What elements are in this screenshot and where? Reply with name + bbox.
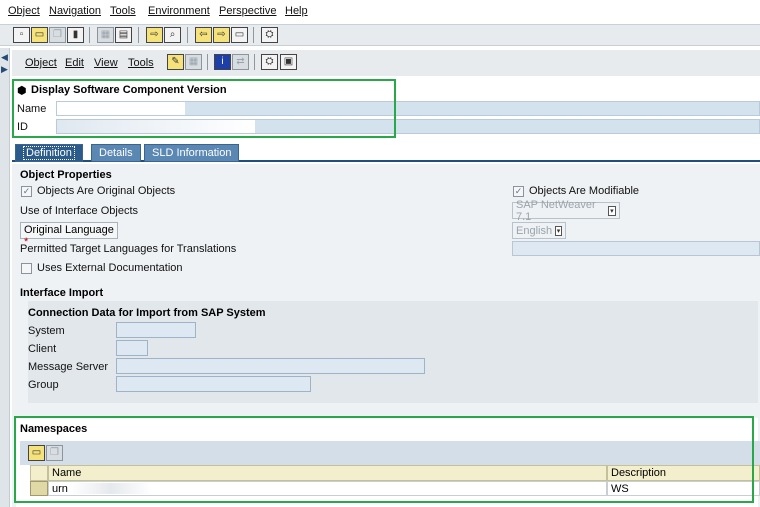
- use-interface-value: SAP NetWeaver 7.1: [516, 198, 596, 223]
- tab-sld-information-label: SLD Information: [152, 147, 232, 159]
- id-field-highlight: [57, 120, 255, 133]
- toolbar-separator: [138, 27, 139, 43]
- left-splitter[interactable]: [0, 48, 10, 507]
- hierarchy-icon[interactable]: ⇄: [232, 54, 249, 70]
- original-language-value: English: [516, 224, 553, 237]
- id-label: ID: [17, 121, 28, 133]
- modifiable-label: Objects Are Modifiable: [529, 185, 640, 197]
- namespaces-title: Namespaces: [20, 423, 88, 435]
- toolbar-separator: [207, 54, 208, 70]
- copy-row-icon[interactable]: ❐: [46, 445, 63, 461]
- forward-arrow-icon[interactable]: ⇨: [213, 27, 230, 43]
- toolbar-separator: [254, 54, 255, 70]
- menu-environment[interactable]: Environment: [148, 5, 210, 17]
- name-field[interactable]: [57, 102, 185, 115]
- modifiable-checkbox[interactable]: ✓: [513, 186, 524, 197]
- collapse-arrow-icon[interactable]: ◀: [1, 52, 8, 63]
- tab-definition[interactable]: Definition: [15, 144, 83, 162]
- edit-pencil-icon[interactable]: ✎: [167, 54, 184, 70]
- menu-tools[interactable]: Tools: [110, 5, 136, 17]
- editor-menu-tools[interactable]: Tools: [128, 57, 154, 69]
- system-field[interactable]: [116, 322, 196, 338]
- menu-environment-label: Environment: [148, 5, 210, 17]
- client-label: Client: [28, 343, 57, 355]
- tab-sld-information[interactable]: SLD Information: [144, 144, 240, 162]
- editor-menu-view[interactable]: View: [94, 57, 118, 69]
- editor-menu-edit-label: Edit: [65, 57, 84, 69]
- component-icon: ⬢: [17, 85, 27, 97]
- toolbar-separator: [187, 27, 188, 43]
- original-language-label-box: Original Language *: [20, 222, 118, 248]
- window-icon[interactable]: ▭: [231, 27, 248, 43]
- client-field[interactable]: [116, 340, 148, 356]
- column-header-description[interactable]: Description: [607, 465, 760, 481]
- menu-tools-label: Tools: [110, 5, 136, 17]
- name-label: Name: [17, 103, 47, 115]
- group-label: Group: [28, 379, 59, 391]
- tab-details-label: Details: [99, 147, 133, 159]
- screen-icon[interactable]: ▣: [280, 54, 297, 70]
- message-server-field[interactable]: [116, 358, 425, 374]
- back-arrow-icon[interactable]: ⇦: [195, 27, 212, 43]
- table-row-description[interactable]: WS: [607, 481, 760, 496]
- dropdown-icon[interactable]: ▾: [555, 225, 562, 236]
- original-objects-label: Objects Are Original Objects: [37, 185, 176, 197]
- editor-toolbar: [12, 50, 760, 76]
- editor-menu-object[interactable]: Object: [25, 57, 57, 69]
- original-objects-checkbox[interactable]: ✓: [21, 186, 32, 197]
- use-interface-label: Use of Interface Objects: [20, 205, 138, 217]
- activate-icon[interactable]: ▤: [115, 27, 132, 43]
- column-header-name[interactable]: Name: [48, 465, 607, 481]
- external-doc-checkbox[interactable]: [21, 263, 32, 274]
- permitted-languages-label: Permitted Target Languages for Translati…: [20, 243, 237, 255]
- menu-perspective[interactable]: Perspective: [219, 5, 276, 17]
- menu-object[interactable]: Object: [8, 5, 40, 17]
- menu-help-label: Help: [285, 5, 308, 17]
- grid-corner: [30, 465, 48, 481]
- menu-navigation-label: Navigation: [49, 5, 101, 17]
- save-disabled-icon[interactable]: ▦: [185, 54, 202, 70]
- tab-definition-label: Definition: [23, 146, 75, 160]
- page-title: Display Software Component Version: [31, 84, 227, 96]
- interface-import-title: Interface Import: [20, 287, 104, 299]
- copy-icon[interactable]: ❐: [49, 27, 66, 43]
- transport-red-icon[interactable]: ⛭: [261, 54, 278, 70]
- namespaces-toolbar: [20, 441, 760, 465]
- group-field[interactable]: [116, 376, 311, 392]
- add-folder-icon[interactable]: ▭: [28, 445, 45, 461]
- menu-help[interactable]: Help: [285, 5, 308, 17]
- original-language-label: Original Language: [24, 224, 114, 236]
- original-language-select[interactable]: English ▾: [512, 222, 566, 239]
- info-icon[interactable]: i: [214, 54, 231, 70]
- toolbar-separator: [253, 27, 254, 43]
- row-selector[interactable]: [30, 481, 48, 496]
- toolbar-separator: [89, 27, 90, 43]
- main-toolbar: [0, 24, 760, 46]
- tab-details[interactable]: Details: [91, 144, 141, 162]
- permitted-languages-field[interactable]: [512, 241, 760, 256]
- message-server-label: Message Server: [28, 361, 109, 373]
- editor-menu-view-label: View: [94, 57, 118, 69]
- open-folder-icon[interactable]: ▭: [31, 27, 48, 43]
- new-document-icon[interactable]: ▫: [13, 27, 30, 43]
- expand-arrow-icon[interactable]: ▶: [1, 64, 8, 75]
- external-doc-label: Uses External Documentation: [37, 262, 183, 274]
- menu-navigation[interactable]: Navigation: [49, 5, 101, 17]
- system-label: System: [28, 325, 65, 337]
- menu-object-label: Object: [8, 5, 40, 17]
- where-used-icon[interactable]: ⌕: [164, 27, 181, 43]
- transport-icon[interactable]: ⛭: [261, 27, 278, 43]
- save-icon[interactable]: ▦: [97, 27, 114, 43]
- editor-menu-edit[interactable]: Edit: [65, 57, 84, 69]
- object-properties-title: Object Properties: [20, 169, 112, 181]
- delete-icon[interactable]: ▮: [67, 27, 84, 43]
- connection-title: Connection Data for Import from SAP Syst…: [28, 307, 266, 319]
- navigate-icon[interactable]: ⇨: [146, 27, 163, 43]
- editor-menu-tools-label: Tools: [128, 57, 154, 69]
- use-interface-select[interactable]: SAP NetWeaver 7.1 ▾: [512, 199, 620, 223]
- row-name-highlight: [70, 483, 152, 494]
- editor-menu-object-label: Object: [25, 57, 57, 69]
- menu-perspective-label: Perspective: [219, 5, 277, 17]
- dropdown-icon[interactable]: ▾: [607, 205, 616, 216]
